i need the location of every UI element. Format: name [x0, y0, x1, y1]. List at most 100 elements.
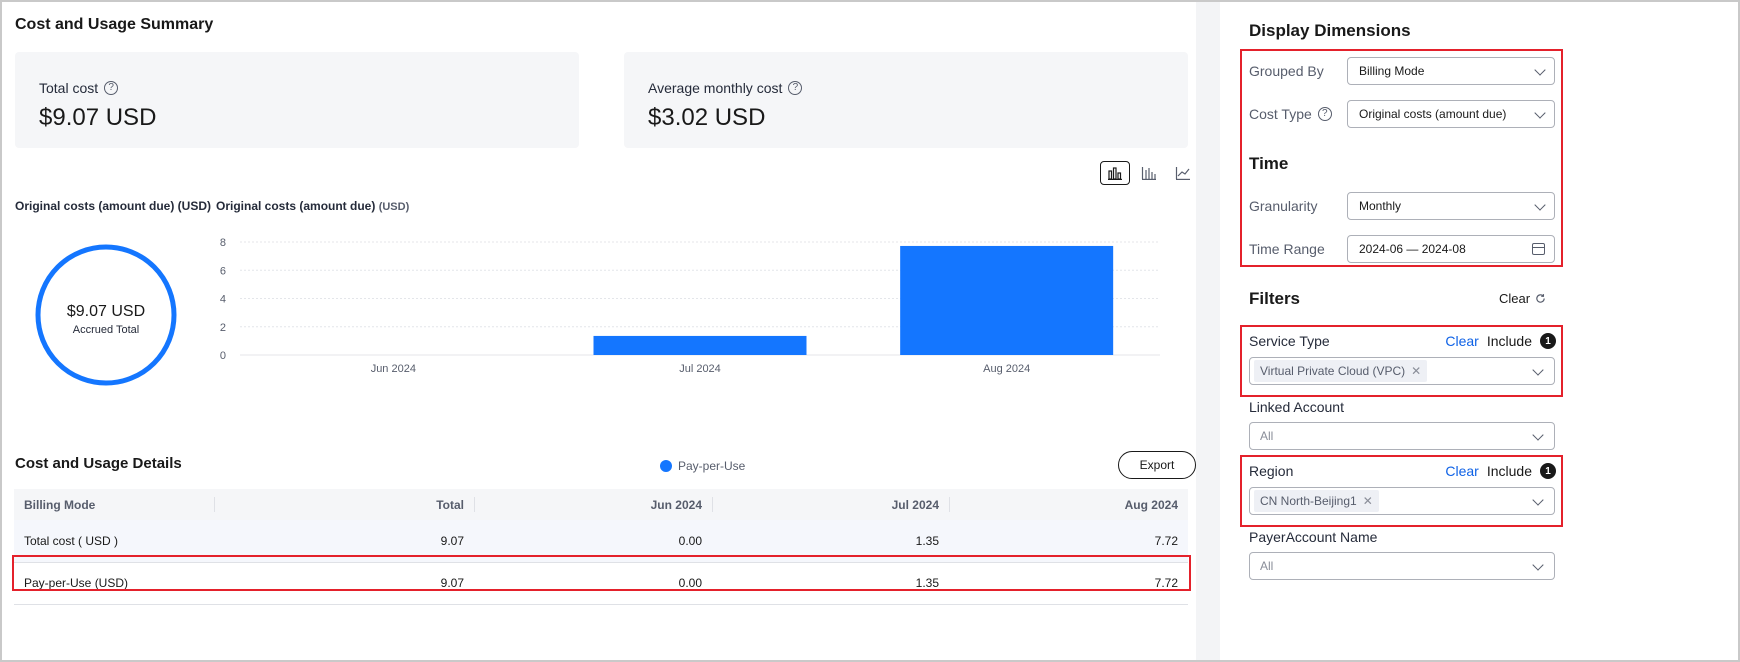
chevron-down-icon	[1532, 559, 1544, 571]
table-cell: 0.00	[474, 520, 712, 563]
time-range-picker[interactable]: 2024-06 — 2024-08	[1347, 235, 1555, 263]
cost-type-row: Cost Type ?	[1249, 106, 1332, 122]
region-actions: Clear Include 1	[1445, 463, 1556, 479]
grouped-by-value: Billing Mode	[1359, 64, 1425, 78]
table-cell: 0.00	[474, 562, 712, 605]
chevron-down-icon	[1532, 494, 1544, 506]
table-cell: 7.72	[949, 562, 1188, 605]
close-icon[interactable]: ✕	[1363, 494, 1373, 508]
y-tick-label: 8	[220, 237, 226, 249]
bar-chart: 8 6 4 2 0 Jun 2024 Jul 2024 Aug 2024	[220, 237, 1160, 375]
bar	[593, 335, 807, 355]
payer-account-select[interactable]: All	[1249, 552, 1555, 580]
average-cost-label: Average monthly cost	[648, 80, 783, 96]
bar	[900, 245, 1114, 355]
table-cell: Total cost ( USD )	[14, 520, 214, 563]
details-table: Billing Mode Total Jun 2024 Jul 2024 Aug…	[14, 489, 1188, 605]
granularity-label: Granularity	[1249, 198, 1318, 214]
table-cell: 9.07	[214, 562, 474, 605]
region-include-toggle[interactable]: Include	[1487, 463, 1532, 479]
region-label: Region	[1249, 463, 1294, 479]
bar-chart-title: Original costs (amount due) (USD)	[216, 199, 409, 213]
cost-type-select[interactable]: Original costs (amount due)	[1347, 100, 1555, 128]
chevron-down-icon	[1534, 107, 1546, 119]
chart-legend: Pay-per-Use	[660, 459, 745, 473]
cost-type-label: Cost Type	[1249, 106, 1312, 122]
refresh-icon	[1536, 294, 1545, 303]
service-type-actions: Clear Include 1	[1445, 333, 1556, 349]
y-tick-label: 4	[220, 294, 226, 306]
time-range-label: Time Range	[1249, 241, 1325, 257]
column-header[interactable]: Total	[214, 489, 474, 520]
total-cost-value: $9.07 USD	[39, 104, 157, 131]
service-type-select[interactable]: Virtual Private Cloud (VPC) ✕	[1249, 357, 1555, 385]
chevron-down-icon	[1534, 199, 1546, 211]
x-tick-label: Jun 2024	[371, 363, 416, 375]
column-header[interactable]: Jul 2024	[712, 489, 949, 520]
bar-chart-title-text: Original costs (amount due)	[216, 199, 376, 213]
filter-tag: CN North-Beijing1 ✕	[1254, 490, 1379, 512]
table-header-row: Billing Mode Total Jun 2024 Jul 2024 Aug…	[14, 489, 1188, 520]
summary-title: Cost and Usage Summary	[15, 16, 214, 33]
linked-account-select[interactable]: All	[1249, 422, 1555, 450]
y-tick-label: 2	[220, 322, 226, 334]
time-range-value: 2024-06 — 2024-08	[1359, 242, 1466, 256]
payer-account-label: PayerAccount Name	[1249, 529, 1378, 545]
service-type-count-badge: 1	[1540, 333, 1556, 349]
payer-account-value: All	[1260, 559, 1274, 573]
x-tick-label: Aug 2024	[983, 363, 1030, 375]
linked-account-label: Linked Account	[1249, 399, 1344, 415]
service-type-clear-link[interactable]: Clear	[1445, 333, 1478, 349]
y-tick-label: 6	[220, 265, 226, 277]
grouped-by-label: Grouped By	[1249, 63, 1324, 79]
grouped-by-select[interactable]: Billing Mode	[1347, 57, 1555, 85]
granularity-select[interactable]: Monthly	[1347, 192, 1555, 220]
bar-chart-icon[interactable]	[1100, 161, 1130, 185]
average-cost-card: Average monthly cost ? $3.02 USD	[624, 52, 1188, 148]
total-cost-card: Total cost ? $9.07 USD	[15, 52, 579, 148]
bar-chart-title-unit: (USD)	[378, 201, 410, 213]
average-cost-value: $3.02 USD	[648, 104, 766, 131]
display-dimensions-title: Display Dimensions	[1249, 21, 1411, 40]
close-icon[interactable]: ✕	[1411, 364, 1421, 378]
table-cell: Pay-per-Use (USD)	[14, 562, 214, 605]
chevron-down-icon	[1532, 429, 1544, 441]
service-type-include-toggle[interactable]: Include	[1487, 333, 1532, 349]
total-cost-label: Total cost	[39, 80, 99, 96]
table-row: Pay-per-Use (USD) 9.07 0.00 1.35 7.72	[14, 562, 1188, 605]
table-cell: 1.35	[712, 562, 949, 605]
donut-title: Original costs (amount due) (USD)	[15, 199, 212, 213]
help-icon[interactable]: ?	[788, 81, 803, 95]
table-cell: 9.07	[214, 520, 474, 563]
chevron-down-icon	[1532, 364, 1544, 376]
chevron-down-icon	[1534, 64, 1546, 76]
clear-filters-label: Clear	[1499, 291, 1531, 306]
column-header[interactable]: Aug 2024	[949, 489, 1188, 520]
main-panel: Cost and Usage Summary Total cost ? $9.0…	[2, 2, 1340, 660]
line-chart-icon[interactable]	[1168, 161, 1198, 185]
stacked-bar-chart-icon[interactable]	[1134, 161, 1164, 185]
region-clear-link[interactable]: Clear	[1445, 463, 1478, 479]
y-tick-label: 0	[220, 350, 226, 362]
linked-account-value: All	[1260, 429, 1274, 443]
donut-caption: Accrued Total	[72, 324, 140, 336]
table-cell: 1.35	[712, 520, 949, 563]
table-row: Total cost ( USD ) 9.07 0.00 1.35 7.72	[14, 520, 1188, 563]
table-cell: 7.72	[949, 520, 1188, 563]
column-header[interactable]: Billing Mode	[14, 489, 214, 520]
column-header[interactable]: Jun 2024	[474, 489, 712, 520]
help-icon[interactable]: ?	[1317, 107, 1332, 121]
clear-filters-button[interactable]: Clear	[1499, 291, 1546, 306]
legend-label[interactable]: Pay-per-Use	[678, 459, 745, 473]
region-count-badge: 1	[1540, 463, 1556, 479]
legend-marker	[660, 460, 672, 472]
export-button[interactable]: Export	[1118, 451, 1196, 479]
cost-type-value: Original costs (amount due)	[1359, 107, 1507, 121]
help-icon[interactable]: ?	[104, 81, 119, 95]
filters-title: Filters	[1249, 289, 1301, 308]
region-select[interactable]: CN North-Beijing1 ✕	[1249, 487, 1555, 515]
donut-value: $9.07 USD	[66, 303, 146, 320]
filter-tag-label: CN North-Beijing1	[1260, 494, 1357, 508]
filter-tag: Virtual Private Cloud (VPC) ✕	[1254, 360, 1428, 382]
service-type-label: Service Type	[1249, 333, 1330, 349]
